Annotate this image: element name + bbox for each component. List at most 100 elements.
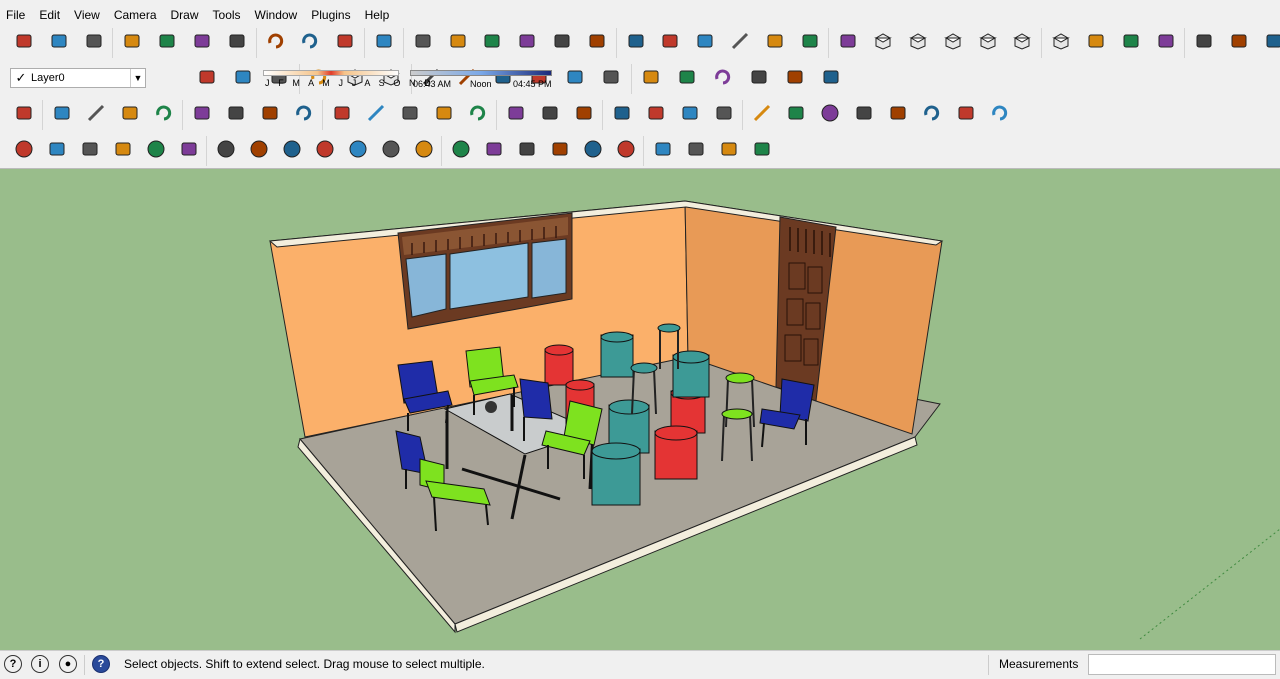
make-component-icon[interactable] bbox=[411, 29, 435, 53]
time-bar[interactable] bbox=[410, 70, 552, 76]
circle-icon[interactable] bbox=[818, 101, 842, 125]
section-cuts-icon[interactable] bbox=[1262, 29, 1280, 53]
warehouse2-icon[interactable] bbox=[651, 137, 675, 161]
plane-icon[interactable] bbox=[482, 137, 506, 161]
front-view-icon[interactable] bbox=[941, 29, 965, 53]
tape-icon[interactable] bbox=[364, 101, 388, 125]
extension-icon[interactable] bbox=[644, 101, 668, 125]
menu-view[interactable]: View bbox=[67, 4, 107, 26]
layer-manager-icon[interactable] bbox=[195, 65, 219, 89]
print-icon[interactable] bbox=[333, 29, 357, 53]
copy-icon[interactable] bbox=[155, 29, 179, 53]
bezier-icon[interactable] bbox=[852, 101, 876, 125]
push-pull-icon[interactable] bbox=[190, 101, 214, 125]
zoom-icon[interactable] bbox=[538, 101, 562, 125]
paint-bucket-icon[interactable] bbox=[432, 101, 456, 125]
instructor-help-icon[interactable]: ? bbox=[92, 655, 110, 673]
label-plugin-icon[interactable] bbox=[412, 137, 436, 161]
send-to-layout-icon[interactable] bbox=[712, 101, 736, 125]
menu-edit[interactable]: Edit bbox=[32, 4, 67, 26]
menu-camera[interactable]: Camera bbox=[107, 4, 164, 26]
pause-icon[interactable] bbox=[614, 137, 638, 161]
target-icon[interactable] bbox=[581, 137, 605, 161]
shaded-textures-icon[interactable] bbox=[798, 29, 822, 53]
follow-me-icon[interactable] bbox=[747, 65, 771, 89]
hat-icon[interactable] bbox=[177, 137, 201, 161]
section-plane-icon[interactable] bbox=[1192, 29, 1216, 53]
sphere2-icon[interactable] bbox=[449, 137, 473, 161]
cone-icon[interactable] bbox=[45, 137, 69, 161]
offset-icon[interactable] bbox=[819, 65, 843, 89]
walk-icon[interactable] bbox=[1084, 29, 1108, 53]
text-label-icon[interactable] bbox=[398, 101, 422, 125]
xray-icon[interactable] bbox=[624, 29, 648, 53]
zoom-extents-icon[interactable] bbox=[572, 101, 596, 125]
group-icon[interactable] bbox=[446, 29, 470, 53]
shaded-icon[interactable] bbox=[763, 29, 787, 53]
open-icon[interactable] bbox=[47, 29, 71, 53]
move-icon[interactable] bbox=[639, 65, 663, 89]
look-around-icon[interactable] bbox=[1119, 29, 1143, 53]
ball-icon[interactable] bbox=[144, 137, 168, 161]
position-camera-icon[interactable] bbox=[1154, 29, 1178, 53]
new-icon[interactable] bbox=[12, 29, 36, 53]
rectangle-icon[interactable] bbox=[118, 101, 142, 125]
share-model-icon[interactable] bbox=[678, 101, 702, 125]
rotate-icon[interactable] bbox=[711, 65, 735, 89]
right-view-icon[interactable] bbox=[976, 29, 1000, 53]
hidden-line-icon[interactable] bbox=[728, 29, 752, 53]
geo-location-icon[interactable]: ? bbox=[4, 655, 22, 673]
component-d-icon[interactable] bbox=[585, 29, 609, 53]
axes-icon[interactable] bbox=[563, 65, 587, 89]
polygon-icon[interactable] bbox=[886, 101, 910, 125]
model-viewport[interactable] bbox=[0, 168, 1280, 651]
component-a-icon[interactable] bbox=[480, 29, 504, 53]
orbit-icon[interactable] bbox=[466, 101, 490, 125]
paste-icon[interactable] bbox=[190, 29, 214, 53]
br-plugin-icon[interactable] bbox=[346, 137, 370, 161]
cut-icon[interactable] bbox=[120, 29, 144, 53]
dome-icon[interactable] bbox=[111, 137, 135, 161]
measurements-input[interactable] bbox=[1088, 654, 1276, 675]
move-icon[interactable] bbox=[258, 101, 282, 125]
follow-me-icon[interactable] bbox=[224, 101, 248, 125]
shadow-month-slider[interactable]: J F M A M J J A S O N D bbox=[263, 70, 431, 90]
save-icon[interactable] bbox=[82, 29, 106, 53]
component-c-icon[interactable] bbox=[550, 29, 574, 53]
left-view-icon[interactable] bbox=[1049, 29, 1073, 53]
share2-icon[interactable] bbox=[717, 137, 741, 161]
arc-icon[interactable] bbox=[920, 101, 944, 125]
wireframe-icon[interactable] bbox=[693, 29, 717, 53]
menu-plugins[interactable]: Plugins bbox=[304, 4, 357, 26]
model-info-icon[interactable] bbox=[372, 29, 396, 53]
layer-dropdown[interactable]: ✓ Layer0 ▼ bbox=[10, 68, 146, 88]
pie-icon[interactable] bbox=[954, 101, 978, 125]
undo-icon[interactable] bbox=[264, 29, 288, 53]
back-view-icon[interactable] bbox=[1010, 29, 1034, 53]
rotate-icon[interactable] bbox=[292, 101, 316, 125]
menu-tools[interactable]: Tools bbox=[206, 4, 248, 26]
iso-view-icon[interactable] bbox=[871, 29, 895, 53]
help-plugin-icon[interactable] bbox=[379, 137, 403, 161]
credits-icon[interactable]: i bbox=[31, 655, 49, 673]
sphere-icon[interactable] bbox=[12, 137, 36, 161]
scale-icon[interactable] bbox=[330, 101, 354, 125]
tag-plugin-icon[interactable] bbox=[247, 137, 271, 161]
display-shadows-icon[interactable] bbox=[231, 65, 255, 89]
back-edges-icon[interactable] bbox=[658, 29, 682, 53]
component-b-icon[interactable] bbox=[515, 29, 539, 53]
terrain2-icon[interactable] bbox=[548, 137, 572, 161]
m-plugin-icon[interactable] bbox=[214, 137, 238, 161]
user-icon[interactable]: ● bbox=[59, 655, 77, 673]
scale-icon[interactable] bbox=[783, 65, 807, 89]
erase-icon[interactable] bbox=[225, 29, 249, 53]
terrain-icon[interactable] bbox=[515, 137, 539, 161]
menu-file[interactable]: File bbox=[0, 4, 32, 26]
layout2-icon[interactable] bbox=[750, 137, 774, 161]
push-pull-icon[interactable] bbox=[675, 65, 699, 89]
shadow-time-slider[interactable]: 06:43 AM Noon 04:45 PM bbox=[410, 70, 552, 94]
pencil-icon[interactable] bbox=[84, 101, 108, 125]
3d-text-icon[interactable] bbox=[599, 65, 623, 89]
arc3-icon[interactable] bbox=[988, 101, 1012, 125]
menu-help[interactable]: Help bbox=[358, 4, 397, 26]
